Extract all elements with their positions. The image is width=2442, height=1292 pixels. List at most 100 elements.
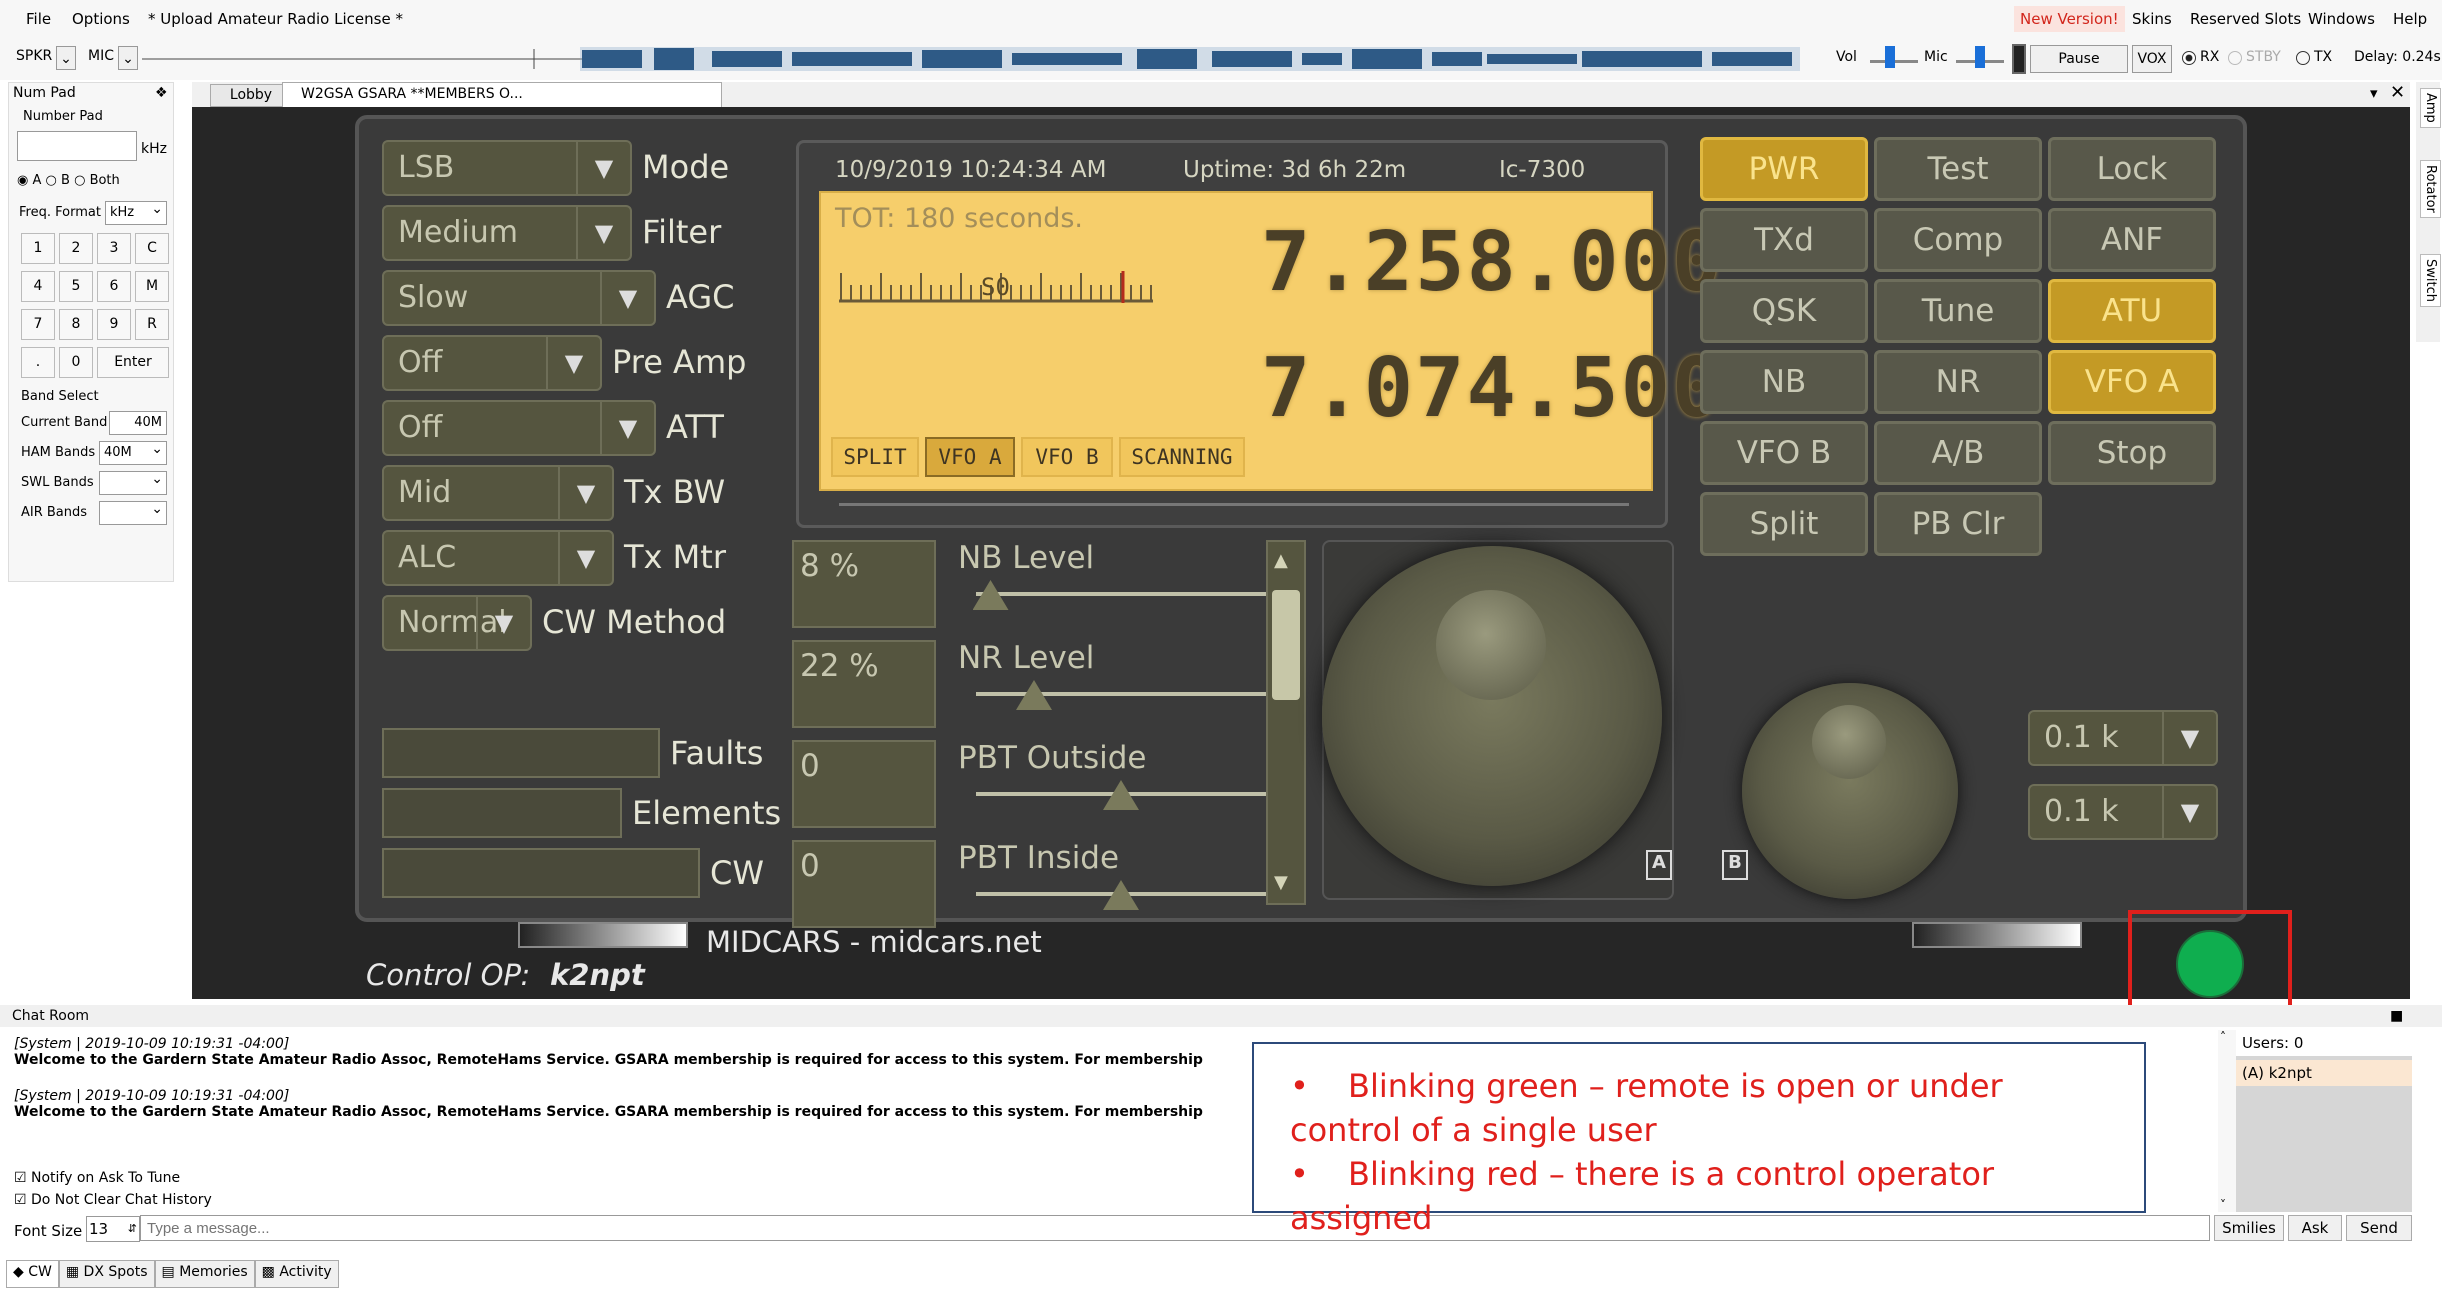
tab-cw[interactable]: ◆ CW xyxy=(6,1260,59,1288)
keypad-key-9[interactable]: 9 xyxy=(97,309,131,340)
dropdown-arrow-icon[interactable]: ▼ xyxy=(476,597,530,649)
air-bands-select[interactable] xyxy=(99,498,167,525)
button-comp[interactable]: Comp xyxy=(1874,208,2042,272)
tab-lobby[interactable]: Lobby xyxy=(210,84,292,107)
button-split[interactable]: Split xyxy=(1700,492,1868,556)
freq-format-select[interactable]: kHz xyxy=(105,198,167,225)
combo-agc[interactable]: Slow ▼ xyxy=(382,270,656,326)
menu-windows[interactable]: Windows xyxy=(2308,10,2375,28)
scroll-down-icon[interactable]: ▼ xyxy=(1274,872,1288,893)
ham-bands-select[interactable]: 40M xyxy=(99,438,167,465)
button-qsk[interactable]: QSK xyxy=(1700,279,1868,343)
users-scrollbar[interactable]: ˄ ˅ xyxy=(2218,1030,2236,1212)
step-2-dropdown-icon[interactable]: ▼ xyxy=(2162,786,2216,838)
users-scroll-up-icon[interactable]: ˄ xyxy=(2220,1030,2226,1044)
tab-activity[interactable]: ▩ Activity xyxy=(254,1260,339,1288)
button-nb[interactable]: NB xyxy=(1700,350,1868,414)
menu-skins[interactable]: Skins xyxy=(2132,10,2172,28)
scroll-up-icon[interactable]: ▲ xyxy=(1274,550,1288,571)
notify-checkbox-row[interactable]: ☑ Notify on Ask To Tune xyxy=(14,1170,180,1186)
frequency-input[interactable] xyxy=(17,131,137,161)
vfo-a-radio[interactable]: ◉ xyxy=(17,173,28,188)
side-tab-switch[interactable]: Switch xyxy=(2420,254,2441,307)
step-select-1[interactable]: 0.1 k ▼ xyxy=(2028,710,2218,766)
swl-bands-select[interactable] xyxy=(99,468,167,495)
vol-slider-thumb[interactable] xyxy=(1885,46,1895,68)
keypad-key-c[interactable]: C xyxy=(135,233,169,264)
tx-radio[interactable] xyxy=(2296,51,2310,65)
chat-pin-icon[interactable]: ■ xyxy=(2390,1008,2403,1024)
keypad-key-enter[interactable]: Enter xyxy=(97,347,169,378)
keypad-key-7[interactable]: 7 xyxy=(21,309,55,340)
tab-menu-chevron-icon[interactable]: ▾ xyxy=(2370,84,2378,102)
vfo-b-frequency[interactable]: 7.074.500 xyxy=(1261,341,1723,436)
users-scroll-down-icon[interactable]: ˅ xyxy=(2220,1198,2226,1212)
button-vfo-a[interactable]: VFO A xyxy=(2048,350,2216,414)
stby-radio[interactable] xyxy=(2228,51,2242,65)
keypad-key-1[interactable]: 1 xyxy=(21,233,55,264)
level-slider-track[interactable] xyxy=(976,592,1266,596)
smilies-button[interactable]: Smilies xyxy=(2214,1215,2284,1241)
step-1-dropdown-icon[interactable]: ▼ xyxy=(2162,712,2216,764)
menu-help[interactable]: Help xyxy=(2393,10,2427,28)
dropdown-arrow-icon[interactable]: ▼ xyxy=(558,467,612,519)
combo-filter[interactable]: Medium ▼ xyxy=(382,205,632,261)
button-anf[interactable]: ANF xyxy=(2048,208,2216,272)
keypad-key-8[interactable]: 8 xyxy=(59,309,93,340)
send-button[interactable]: Send xyxy=(2346,1215,2412,1241)
pin-icon[interactable]: ❖ xyxy=(155,85,168,101)
combo-att[interactable]: Off ▼ xyxy=(382,400,656,456)
menu-upload-license[interactable]: * Upload Amateur Radio License * xyxy=(148,10,403,28)
button-stop[interactable]: Stop xyxy=(2048,421,2216,485)
side-tab-rotator[interactable]: Rotator xyxy=(2420,160,2441,218)
button-pb-clr[interactable]: PB Clr xyxy=(1874,492,2042,556)
level-slider-track[interactable] xyxy=(976,692,1266,696)
notify-checkbox[interactable]: ☑ xyxy=(14,1170,27,1186)
font-size-stepper[interactable]: 13 ⇵ xyxy=(86,1216,140,1242)
ask-button[interactable]: Ask xyxy=(2288,1215,2342,1241)
mic-slider-thumb[interactable] xyxy=(1975,46,1985,68)
vox-button[interactable]: VOX xyxy=(2132,45,2172,73)
noclear-checkbox-row[interactable]: ☑ Do Not Clear Chat History xyxy=(14,1192,212,1208)
combo-tx-mtr[interactable]: ALC ▼ xyxy=(382,530,614,586)
keypad-key-dot[interactable]: . xyxy=(21,347,55,378)
noclear-checkbox[interactable]: ☑ xyxy=(14,1192,27,1208)
keypad-key-3[interactable]: 3 xyxy=(97,233,131,264)
menu-options[interactable]: Options xyxy=(72,10,130,28)
sub-tuning-knob[interactable] xyxy=(1742,683,1958,899)
button-nr[interactable]: NR xyxy=(1874,350,2042,414)
keypad-key-6[interactable]: 6 xyxy=(97,271,131,302)
vfo-a-frequency[interactable]: 7.258.000 xyxy=(1261,215,1723,310)
main-tuning-knob[interactable] xyxy=(1322,546,1662,886)
stepper-arrows-icon[interactable]: ⇵ xyxy=(128,1217,137,1241)
button-a-b[interactable]: A/B xyxy=(1874,421,2042,485)
mic-dropdown-icon[interactable]: ⌄ xyxy=(118,46,138,70)
tab-dx-spots[interactable]: ▦ DX Spots xyxy=(58,1260,155,1288)
dropdown-arrow-icon[interactable]: ▼ xyxy=(600,402,654,454)
button-txd[interactable]: TXd xyxy=(1700,208,1868,272)
spkr-dropdown-icon[interactable]: ⌄ xyxy=(56,46,76,70)
menu-file[interactable]: File xyxy=(26,10,51,28)
button-pwr[interactable]: PWR xyxy=(1700,137,1868,201)
user-item[interactable]: (A) k2npt xyxy=(2236,1060,2412,1086)
badge-a[interactable]: A xyxy=(1646,850,1672,880)
combo-cw-method[interactable]: Normal ▼ xyxy=(382,595,532,651)
combo-mode[interactable]: LSB ▼ xyxy=(382,140,632,196)
new-version-link[interactable]: New Version! xyxy=(2014,6,2125,32)
close-tab-icon[interactable]: ✕ xyxy=(2390,82,2405,103)
button-vfo-b[interactable]: VFO B xyxy=(1700,421,1868,485)
pause-button[interactable]: Pause xyxy=(2030,45,2128,73)
dropdown-arrow-icon[interactable]: ▼ xyxy=(576,142,630,194)
combo-tx-bw[interactable]: Mid ▼ xyxy=(382,465,614,521)
badge-b[interactable]: B xyxy=(1722,850,1748,880)
keypad-key-5[interactable]: 5 xyxy=(59,271,93,302)
keypad-key-r[interactable]: R xyxy=(135,309,169,340)
button-test[interactable]: Test xyxy=(1874,137,2042,201)
step-select-2[interactable]: 0.1 k ▼ xyxy=(2028,784,2218,840)
scroll-thumb[interactable] xyxy=(1272,590,1300,700)
levels-scrollbar[interactable]: ▲ ▼ xyxy=(1266,540,1306,905)
tab-w2gsa[interactable]: W2GSA GSARA **MEMBERS O... xyxy=(282,82,722,107)
keypad-key-m[interactable]: M xyxy=(135,271,169,302)
dropdown-arrow-icon[interactable]: ▼ xyxy=(546,337,600,389)
keypad-key-4[interactable]: 4 xyxy=(21,271,55,302)
